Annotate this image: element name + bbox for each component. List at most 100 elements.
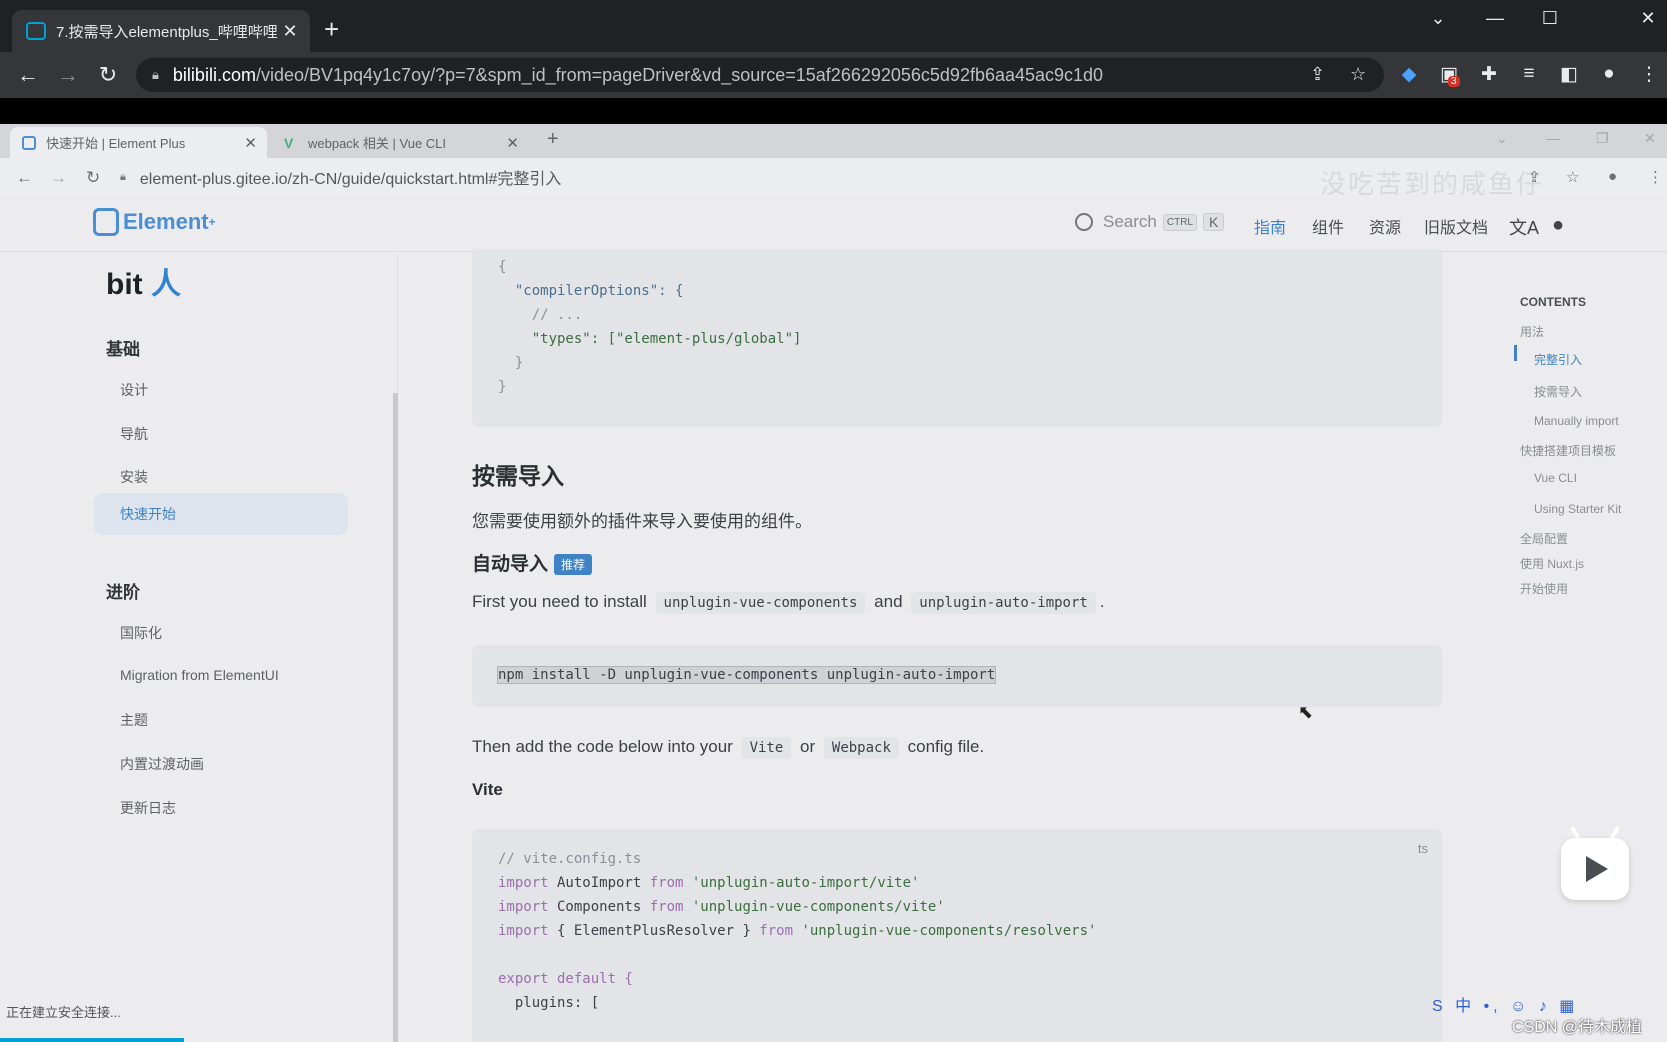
profile-avatar-icon[interactable]: ● — [1596, 63, 1622, 85]
sidebar-scrollbar[interactable] — [393, 393, 398, 1042]
search-button[interactable]: Search CTRL K — [1075, 212, 1225, 232]
inline-code-vite: Vite — [741, 737, 792, 759]
toc-active-indicator — [1514, 345, 1517, 361]
code-line: } — [498, 355, 524, 371]
toc-item-templates[interactable]: 快捷搭建项目模板 — [1520, 442, 1616, 459]
heading-on-demand: 按需导入 — [472, 463, 564, 489]
code-line: import { ElementPlusResolver } from 'unp… — [498, 923, 1097, 939]
reload-icon[interactable]: ↻ — [94, 62, 122, 88]
element-plus-favicon-icon — [22, 135, 36, 150]
video-progress-bar[interactable] — [0, 1038, 184, 1042]
translate-icon[interactable]: 文A — [1509, 214, 1539, 240]
code-line: plugins: [ — [498, 995, 600, 1011]
media-queue-icon[interactable]: ≡ — [1516, 63, 1542, 85]
tab-search-chevron-icon[interactable]: ⌄ — [1496, 130, 1508, 147]
inner-tab-label: webpack 相关 | Vue CLI — [308, 136, 447, 151]
back-icon[interactable]: ← — [14, 62, 42, 88]
forward-icon[interactable]: → — [54, 62, 82, 88]
text: Then add the code below into your — [472, 737, 733, 756]
github-icon[interactable]: ● — [1552, 214, 1564, 237]
bookmark-star-icon[interactable]: ☆ — [1566, 168, 1579, 186]
outer-address-bar[interactable]: 🔒︎ bilibili.com/video/BV1pq4y1c7oy/?p=7&… — [136, 58, 1384, 92]
code-line: export default { — [498, 971, 633, 987]
vite-config-code-block: ts // vite.config.ts import AutoImport f… — [472, 829, 1442, 1042]
window-close-icon[interactable]: ✕ — [1630, 8, 1666, 29]
close-icon[interactable]: ✕ — [506, 134, 519, 152]
video-player[interactable]: 快速开始 | Element Plus ✕ V webpack 相关 | Vue… — [0, 124, 1667, 1042]
sidebar-item-changelog[interactable]: 更新日志 — [120, 798, 176, 818]
text: or — [800, 737, 816, 756]
nav-legacy-docs[interactable]: 旧版文档 — [1424, 214, 1488, 238]
code-line: "types": ["element-plus/global"] — [498, 331, 802, 347]
sidebar-item-quickstart[interactable]: 快速开始 — [94, 493, 348, 535]
close-icon[interactable]: ✕ — [244, 134, 257, 152]
logo-sup: + — [208, 215, 216, 229]
url-host: bilibili.com — [172, 64, 256, 85]
toc-item-get-started[interactable]: 开始使用 — [1520, 580, 1568, 597]
close-icon[interactable]: ✕ — [278, 21, 302, 42]
toc-item-nuxt[interactable]: 使用 Nuxt.js — [1520, 555, 1584, 572]
npm-install-code-block[interactable]: npm install -D unplugin-vue-components u… — [472, 645, 1442, 707]
tab-search-chevron-icon[interactable]: ⌄ — [1420, 8, 1456, 29]
nav-resource[interactable]: 资源 — [1369, 214, 1401, 238]
menu-kebab-icon[interactable]: ⋮ — [1648, 168, 1663, 186]
share-icon[interactable]: ⇪ — [1528, 168, 1541, 186]
toc-item-full-import[interactable]: 完整引入 — [1534, 351, 1582, 368]
code-line: // ... — [498, 307, 583, 323]
new-tab-icon[interactable]: + — [547, 128, 559, 151]
toc-item-global-config[interactable]: 全局配置 — [1520, 530, 1568, 547]
toc-item-starter-kit[interactable]: Using Starter Kit — [1534, 502, 1621, 516]
sidebar-item-navigation[interactable]: 导航 — [120, 424, 148, 444]
outer-toolbar: ← → ↻ 🔒︎ bilibili.com/video/BV1pq4y1c7oy… — [0, 52, 1667, 98]
toc-item-usage[interactable]: 用法 — [1520, 323, 1544, 340]
share-icon[interactable]: ⇪ — [1310, 64, 1325, 85]
play-button-icon[interactable] — [1561, 838, 1629, 900]
inner-tab-element-plus[interactable]: 快速开始 | Element Plus ✕ — [10, 127, 267, 158]
gem-extension-icon[interactable]: ◆ — [1396, 63, 1422, 86]
bookmark-star-icon[interactable]: ☆ — [1350, 64, 1366, 85]
inline-code-pkg2: unplugin-auto-import — [911, 592, 1096, 614]
back-icon[interactable]: ← — [16, 168, 33, 188]
sidebar-item-transitions[interactable]: 内置过渡动画 — [120, 754, 204, 774]
sidebar-item-theme[interactable]: 主题 — [120, 710, 148, 730]
sidebar-item-i18n[interactable]: 国际化 — [120, 623, 162, 643]
minimize-icon[interactable]: — — [1477, 8, 1513, 29]
url-path: /video/BV1pq4y1c7oy/?p=7&spm_id_from=pag… — [255, 64, 1104, 85]
logo-text: Element — [123, 209, 209, 234]
site-header: Element + Search CTRL K 指南 组件 资源 旧版文档 文A … — [0, 196, 1667, 252]
nav-guide[interactable]: 指南 — [1254, 214, 1286, 238]
sidebar-group-basic: 基础 — [106, 340, 140, 359]
menu-kebab-icon[interactable]: ⋮ — [1636, 63, 1662, 86]
maximize-icon[interactable]: ❐ — [1596, 130, 1609, 147]
element-plus-logo[interactable]: Element + — [93, 208, 216, 236]
forward-icon[interactable]: → — [50, 168, 67, 188]
text: . — [1099, 592, 1105, 611]
sidebar-item-migration[interactable]: Migration from ElementUI — [120, 667, 279, 683]
window-close-icon[interactable]: ✕ — [1644, 130, 1656, 147]
paragraph-then: Then add the code below into your Vite o… — [472, 737, 984, 759]
profile-avatar-icon[interactable]: ● — [1608, 168, 1617, 185]
outer-tab-active[interactable]: 7.按需导入elementplus_哔哩哔哩 ✕ — [12, 10, 310, 52]
code-line: // vite.config.ts — [498, 851, 642, 867]
mouse-cursor-icon: ⬉ — [1298, 702, 1314, 722]
sidebar-item-design[interactable]: 设计 — [120, 380, 148, 400]
new-tab-icon[interactable]: + — [324, 16, 339, 42]
nav-component[interactable]: 组件 — [1312, 214, 1344, 238]
reload-icon[interactable]: ↻ — [86, 168, 100, 188]
sidebar-item-install[interactable]: 安装 — [120, 467, 148, 487]
inline-code-pkg1: unplugin-vue-components — [655, 592, 866, 614]
toc-item-vue-cli[interactable]: Vue CLI — [1534, 471, 1577, 485]
side-panel-icon[interactable]: ◧ — [1556, 63, 1582, 86]
puzzle-extensions-icon[interactable]: ✚ — [1476, 63, 1502, 86]
minimize-icon[interactable]: — — [1546, 130, 1560, 146]
sidebar: bit 人 基础 设计 导航 安装 快速开始 进阶 国际化 Migration … — [0, 253, 398, 1042]
toc-item-on-demand[interactable]: 按需导入 — [1534, 383, 1582, 400]
inner-url: element-plus.gitee.io/zh-CN/guide/quicks… — [139, 171, 562, 188]
npm-command-selected[interactable]: npm install -D unplugin-vue-components u… — [496, 666, 997, 684]
toc-item-manually-import[interactable]: Manually import — [1534, 414, 1619, 428]
code-line: import Components from 'unplugin-vue-com… — [498, 899, 945, 915]
maximize-icon[interactable]: ☐ — [1532, 8, 1568, 29]
outer-tab-strip: 7.按需导入elementplus_哔哩哔哩 ✕ + ⌄ — ☐ ✕ — [0, 0, 1667, 52]
inner-tab-vue-cli[interactable]: V webpack 相关 | Vue CLI ✕ — [272, 127, 529, 158]
kbd-ctrl: CTRL — [1162, 213, 1197, 231]
